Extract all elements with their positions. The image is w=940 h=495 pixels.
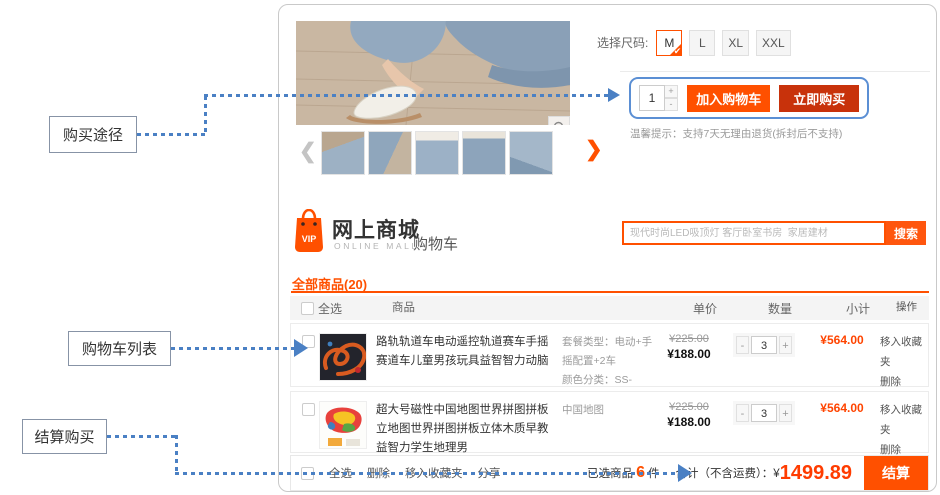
buy-now-button[interactable]: 立即购买	[779, 85, 859, 112]
mall-subtitle: ONLINE MALL	[334, 241, 419, 251]
mall-logo-icon: VIP	[294, 209, 324, 253]
add-to-cart-button[interactable]: 加入购物车	[687, 85, 770, 112]
size-chip-xl[interactable]: XL	[722, 30, 749, 56]
size-selector: 选择尺码: M ✔ L XL XXL	[597, 30, 798, 56]
quantity-plus-button[interactable]: +	[779, 336, 792, 354]
cart-table-header: 全选 商品 单价 数量 小计 操作	[290, 296, 929, 320]
connector-dotted-line	[175, 435, 178, 474]
size-chip-l[interactable]: L	[689, 30, 715, 56]
product-thumbnail[interactable]	[509, 131, 553, 175]
cart-item-spec: 中国地图	[562, 401, 654, 420]
annotation-cart-list: 购物车列表	[68, 331, 171, 366]
return-policy-tip: 温馨提示：支持7天无理由退货(拆封后不支持)	[630, 126, 842, 141]
tab-underline	[291, 291, 929, 293]
size-label: 选择尺码:	[597, 30, 648, 56]
quantity-plus-button[interactable]: +	[779, 404, 792, 422]
cart-item-image-racetrack[interactable]	[319, 333, 367, 381]
product-main-photo	[296, 21, 570, 125]
mall-card: ❮ ❯ 选择尺码: M ✔ L XL XXL +	[278, 4, 937, 492]
search-input[interactable]	[622, 221, 886, 245]
quantity-stepper: + -	[639, 85, 678, 111]
cart-item-title[interactable]: 路轨轨道车电动遥控轨道赛车手摇赛道车儿童男孩玩具益智智力动脑	[376, 333, 562, 371]
connector-dotted-line	[204, 96, 207, 136]
quantity-minus-button[interactable]: -	[736, 336, 749, 354]
quantity-plus-button[interactable]: +	[665, 85, 678, 98]
product-thumbnail[interactable]	[415, 131, 459, 175]
header-select-all: 全选	[318, 300, 352, 317]
cart-item-subtotal: ¥564.00	[804, 401, 880, 415]
size-chip-xxl[interactable]: XXL	[756, 30, 791, 56]
move-to-favorites-link[interactable]: 移入收藏夹	[880, 401, 928, 441]
header-quantity: 数量	[740, 300, 820, 317]
mall-name: 网上商城	[332, 214, 420, 244]
cart-item-title[interactable]: 超大号磁性中国地图世界拼图拼板立地图世界拼图拼板立体木质早教益智力学生地理男	[376, 401, 562, 458]
cart-row-2: 超大号磁性中国地图世界拼图拼板立地图世界拼图拼板立体木质早教益智力学生地理男 中…	[290, 391, 929, 453]
cart-item-subtotal: ¥564.00	[804, 333, 880, 347]
product-thumbnail[interactable]	[368, 131, 412, 175]
checkout-button[interactable]: 结算	[864, 456, 928, 490]
row-quantity-stepper: - 3 +	[733, 401, 795, 425]
carousel-next-icon[interactable]: ❯	[585, 139, 603, 160]
purchase-action-box: + - 加入购物车 立即购买	[629, 77, 869, 119]
connector-dotted-line	[171, 347, 295, 350]
row-checkbox[interactable]	[302, 403, 315, 416]
arrow-right-icon	[294, 339, 308, 357]
magnifier-icon	[553, 121, 566, 126]
connector-dotted-line	[137, 133, 207, 136]
header-product: 商品	[392, 299, 578, 318]
select-all-checkbox[interactable]	[301, 302, 314, 315]
cart-item-price: ¥225.00 ¥188.00	[654, 333, 724, 361]
move-to-favorites-link[interactable]: 移入收藏夹	[880, 333, 928, 373]
page: 购买途径 购物车列表 结算购买	[0, 0, 940, 495]
row-quantity-stepper: - 3 +	[733, 333, 795, 357]
quantity-minus-button[interactable]: -	[665, 98, 678, 111]
product-thumbnail[interactable]	[462, 131, 506, 175]
quantity-value[interactable]: 3	[751, 404, 777, 422]
checkmark-icon: ✔	[674, 46, 682, 57]
carousel-prev-icon[interactable]: ❮	[299, 141, 317, 162]
connector-dotted-line	[107, 435, 178, 438]
search-button[interactable]: 搜索	[886, 221, 926, 245]
header-subtotal: 小计	[820, 300, 896, 317]
connector-dotted-line	[204, 94, 610, 97]
quantity-minus-button[interactable]: -	[736, 404, 749, 422]
page-title-cart: 购物车	[413, 233, 458, 254]
zoom-button[interactable]	[548, 116, 570, 125]
header-actions: 操作	[896, 298, 929, 318]
size-chip-m[interactable]: M ✔	[656, 30, 682, 56]
annotation-purchase-path: 购买途径	[49, 116, 137, 153]
product-thumbnail[interactable]	[321, 131, 365, 175]
search-bar: 搜索	[622, 221, 926, 245]
cart-item-image-map[interactable]	[319, 401, 367, 449]
annotation-checkout: 结算购买	[22, 419, 107, 454]
quantity-value[interactable]: 3	[751, 336, 777, 354]
arrow-right-icon	[678, 464, 692, 482]
header-unit-price: 单价	[670, 300, 740, 317]
svg-text:VIP: VIP	[302, 234, 317, 244]
total-value: 1499.89	[780, 462, 852, 485]
cart-item-price: ¥225.00 ¥188.00	[654, 401, 724, 429]
quantity-input[interactable]	[639, 85, 665, 111]
cart-row-1: 路轨轨道车电动遥控轨道赛车手摇赛道车儿童男孩玩具益智智力动脑 套餐类型：电动+手…	[290, 323, 929, 387]
divider	[620, 71, 930, 72]
delete-link[interactable]: 删除	[880, 373, 928, 393]
product-photo-art	[296, 21, 570, 125]
thumbnail-strip	[321, 131, 553, 175]
connector-dotted-line	[175, 472, 678, 475]
arrow-right-icon	[608, 88, 620, 102]
